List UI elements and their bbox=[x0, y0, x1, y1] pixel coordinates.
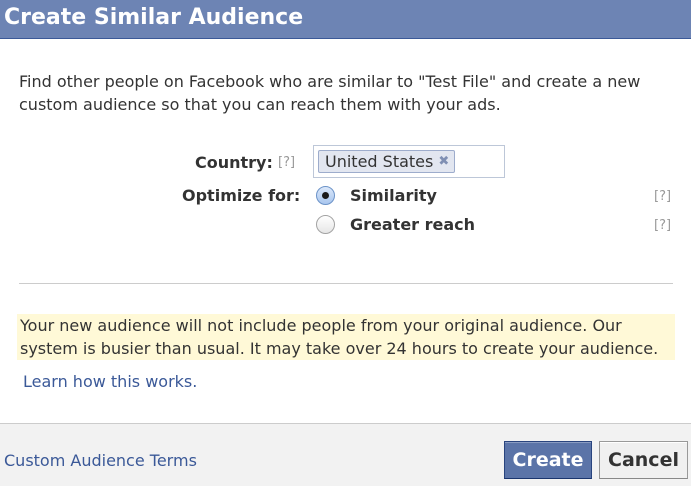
section-divider bbox=[19, 283, 673, 284]
intro-text: Find other people on Facebook who are si… bbox=[19, 72, 641, 114]
similarity-radio-label[interactable]: Similarity bbox=[350, 186, 437, 205]
greater-reach-help-icon[interactable]: [?] bbox=[654, 218, 671, 233]
learn-how-link[interactable]: Learn how this works. bbox=[23, 372, 197, 391]
cancel-button[interactable]: Cancel bbox=[599, 441, 688, 479]
country-input[interactable]: United States ✖ bbox=[313, 145, 505, 178]
greater-reach-radio[interactable] bbox=[316, 215, 335, 234]
busy-notice: Your new audience will not include peopl… bbox=[17, 314, 675, 360]
dialog-header: Create Similar Audience bbox=[0, 0, 691, 39]
dialog-footer: Custom Audience Terms Create Cancel bbox=[0, 423, 691, 486]
similarity-help-icon[interactable]: [?] bbox=[654, 189, 671, 204]
similarity-radio[interactable] bbox=[316, 186, 335, 205]
country-label: Country: bbox=[195, 153, 273, 172]
dialog-title: Create Similar Audience bbox=[4, 5, 304, 30]
create-similar-audience-dialog: Create Similar Audience Find other peopl… bbox=[0, 0, 691, 486]
country-help-icon[interactable]: [?] bbox=[278, 155, 295, 170]
country-token-label: United States bbox=[325, 152, 434, 171]
greater-reach-radio-label[interactable]: Greater reach bbox=[350, 215, 475, 234]
busy-notice-text: Your new audience will not include peopl… bbox=[20, 316, 659, 358]
remove-token-icon[interactable]: ✖ bbox=[438, 154, 449, 169]
country-token: United States ✖ bbox=[318, 150, 456, 173]
custom-audience-terms-link[interactable]: Custom Audience Terms bbox=[4, 451, 197, 470]
optimize-for-label: Optimize for: bbox=[182, 186, 301, 205]
create-button[interactable]: Create bbox=[504, 441, 592, 479]
